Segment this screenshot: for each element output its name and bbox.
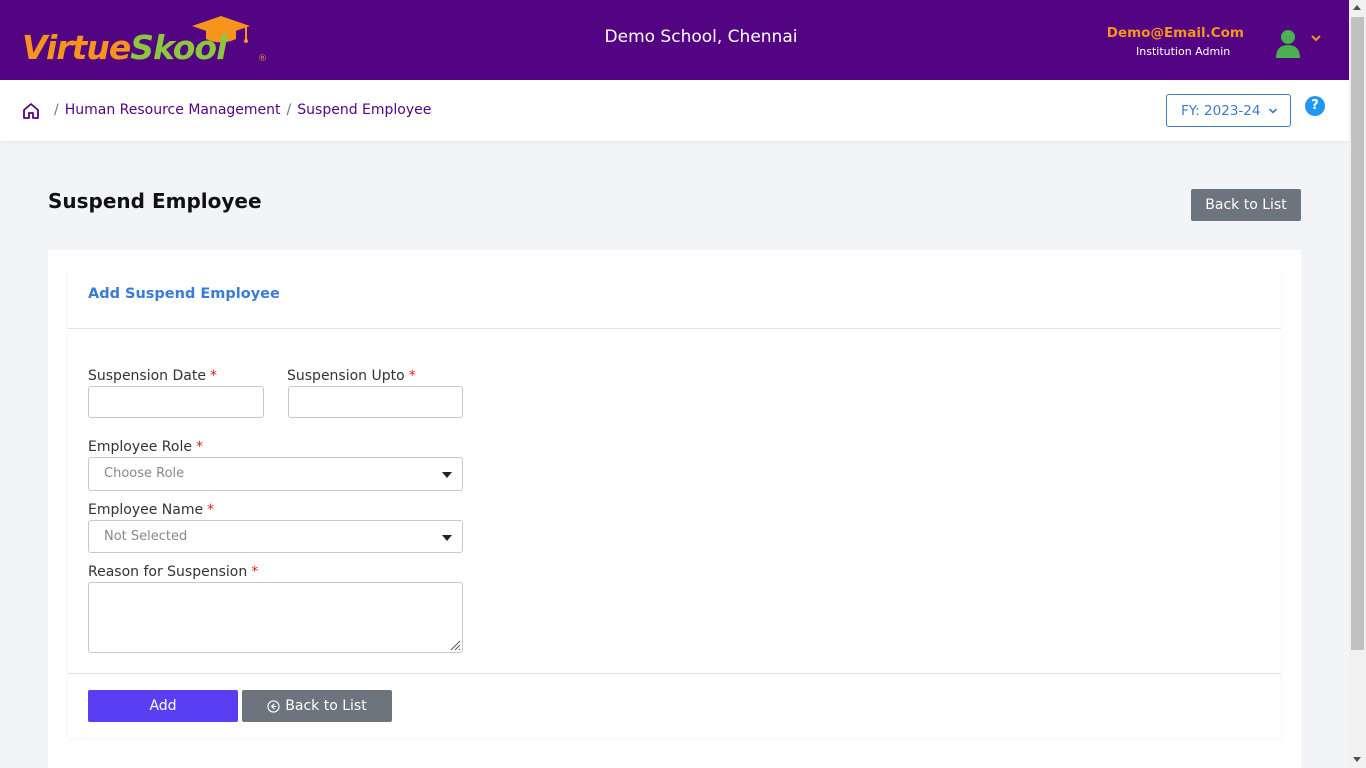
page-title: Suspend Employee <box>48 189 262 213</box>
breadcrumb-item-hrm[interactable]: Human Resource Management <box>65 102 281 118</box>
help-icon[interactable]: ? <box>1305 96 1325 116</box>
breadcrumb-separator: / <box>54 102 59 118</box>
home-icon[interactable] <box>22 102 40 120</box>
back-to-list-button[interactable]: Back to List <box>1191 189 1301 221</box>
reason-label-text: Reason for Suspension <box>88 564 248 580</box>
user-icon[interactable] <box>1274 28 1302 58</box>
virtueskool-logo[interactable]: VirtueSkool ® <box>22 14 272 70</box>
suspension-upto-input[interactable] <box>288 386 463 418</box>
add-button[interactable]: Add <box>88 690 238 722</box>
suspension-upto-label: Suspension Upto * <box>287 368 416 384</box>
breadcrumb: / Human Resource Management / Suspend Emplo… <box>48 102 431 118</box>
employee-name-placeholder: Not Selected <box>104 529 188 544</box>
scroll-down-arrow-icon[interactable] <box>1353 757 1361 762</box>
logo-text: VirtueSkool <box>22 28 227 67</box>
dropdown-arrow-icon <box>442 535 452 541</box>
suspension-date-label: Suspension Date * <box>88 368 217 384</box>
breadcrumb-item-suspend-employee[interactable]: Suspend Employee <box>297 102 431 118</box>
user-role: Institution Admin <box>1136 45 1231 58</box>
employee-role-label-text: Employee Role <box>88 439 192 455</box>
school-name: Demo School, Chennai <box>604 27 798 47</box>
required-marker: * <box>408 368 416 384</box>
required-marker: * <box>209 368 217 384</box>
user-email[interactable]: Demo@Email.Com <box>1107 25 1244 41</box>
card-divider <box>68 328 1281 329</box>
employee-name-label: Employee Name * <box>88 502 214 518</box>
dropdown-arrow-icon <box>442 472 452 478</box>
required-marker: * <box>251 564 259 580</box>
chevron-down-icon <box>1268 108 1278 114</box>
employee-name-label-text: Employee Name <box>88 502 204 518</box>
chevron-down-icon[interactable] <box>1310 33 1322 43</box>
resize-handle-icon[interactable] <box>449 639 461 651</box>
card-footer-divider <box>68 673 1281 674</box>
suspension-date-input[interactable] <box>88 386 264 418</box>
back-to-list-footer-button[interactable]: Back to List <box>242 690 392 722</box>
top-header: VirtueSkool ® Demo School, Chennai Demo@… <box>0 0 1349 80</box>
registered-mark: ® <box>258 54 267 64</box>
logo-text-skool: Skool <box>130 28 227 67</box>
fiscal-year-value: FY: 2023-24 <box>1181 103 1261 119</box>
suspension-upto-label-text: Suspension Upto <box>287 368 405 384</box>
back-to-list-label: Back to List <box>285 698 367 714</box>
employee-name-select[interactable]: Not Selected <box>88 520 463 553</box>
employee-role-placeholder: Choose Role <box>104 466 185 481</box>
reason-textarea[interactable] <box>88 582 463 653</box>
form-card <box>68 270 1281 738</box>
breadcrumb-bar: / Human Resource Management / Suspend Emplo… <box>0 80 1349 141</box>
employee-role-select[interactable]: Choose Role <box>88 457 463 491</box>
logo-text-virtue: Virtue <box>22 28 131 67</box>
scrollbar-thumb[interactable] <box>1351 17 1364 650</box>
breadcrumb-separator: / <box>286 102 292 118</box>
required-marker: * <box>195 439 203 455</box>
fiscal-year-select[interactable]: FY: 2023-24 <box>1166 94 1291 127</box>
suspension-date-label-text: Suspension Date <box>88 368 206 384</box>
reason-label: Reason for Suspension * <box>88 564 258 580</box>
form-card-title: Add Suspend Employee <box>88 286 280 302</box>
required-marker: * <box>207 502 215 518</box>
scroll-up-arrow-icon[interactable] <box>1353 5 1361 10</box>
arrow-left-circle-icon <box>267 699 280 713</box>
employee-role-label: Employee Role * <box>88 439 203 455</box>
